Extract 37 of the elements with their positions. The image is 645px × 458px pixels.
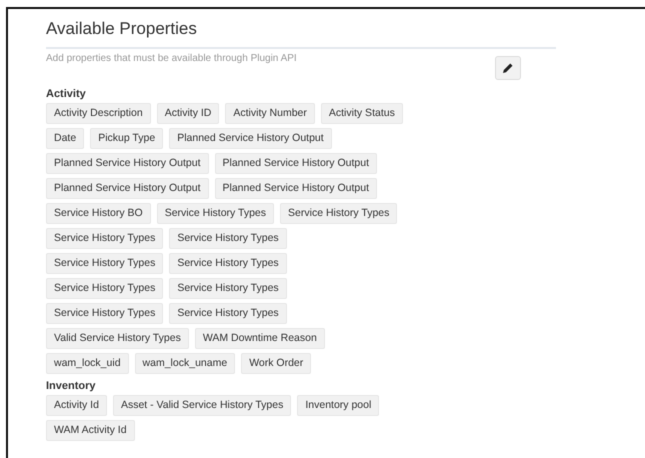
- property-tag: Service History Types: [46, 253, 164, 274]
- property-tag: Planned Service History Output: [214, 153, 377, 174]
- property-tag: Planned Service History Output: [169, 128, 332, 149]
- property-tag: Service History BO: [46, 203, 151, 224]
- property-tag: Service History Types: [156, 203, 274, 224]
- property-tag: Service History Types: [169, 303, 287, 324]
- property-tag: Asset - Valid Service History Types: [112, 395, 292, 416]
- description: Add properties that must be available through Plugin API: [46, 53, 297, 64]
- property-tag: Work Order: [241, 353, 312, 374]
- property-tag: Activity ID: [156, 103, 220, 124]
- edit-button[interactable]: [495, 56, 521, 80]
- property-tag: Planned Service History Output: [46, 153, 208, 174]
- property-tag: Activity Status: [320, 103, 403, 124]
- property-tag: Date: [46, 128, 84, 149]
- pencil-icon: [502, 62, 514, 74]
- property-tag: WAM Downtime Reason: [194, 328, 325, 349]
- property-tag: Activity Description: [46, 103, 151, 124]
- property-tag: Service History Types: [46, 303, 164, 324]
- section-heading: Activity: [46, 88, 87, 100]
- property-tag: wam_lock_uid: [46, 353, 129, 374]
- property-tag: WAM Activity Id: [46, 420, 135, 441]
- property-tag: Service History Types: [169, 228, 287, 249]
- property-tag: Activity Number: [225, 103, 315, 124]
- property-tag: wam_lock_uname: [134, 353, 236, 374]
- property-tag: Inventory pool: [297, 395, 380, 416]
- property-tag: Activity Id: [46, 395, 107, 416]
- section-heading: Inventory: [46, 380, 97, 392]
- property-tag: Valid Service History Types: [46, 328, 189, 349]
- property-tag: Service History Types: [46, 278, 164, 299]
- property-tag: Service History Types: [46, 228, 164, 249]
- property-tag: Service History Types: [280, 203, 398, 224]
- property-tag: Service History Types: [169, 278, 287, 299]
- property-tag: Service History Types: [169, 253, 287, 274]
- property-tag: Planned Service History Output: [46, 178, 208, 199]
- property-tag: Pickup Type: [90, 128, 164, 149]
- panel-title: Available Properties: [46, 19, 556, 49]
- property-tag: Planned Service History Output: [214, 178, 377, 199]
